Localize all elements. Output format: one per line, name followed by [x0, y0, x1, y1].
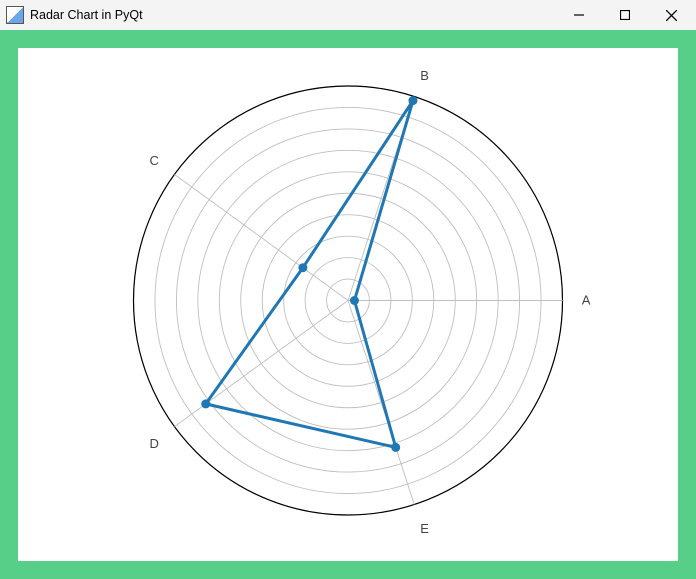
window-title: Radar Chart in PyQt [30, 8, 143, 22]
close-icon [666, 10, 677, 21]
maximize-icon [620, 10, 630, 20]
minimize-icon [574, 10, 584, 20]
axis-label-B: B [420, 68, 429, 83]
axis-label-C: C [149, 153, 158, 168]
titlebar: Radar Chart in PyQt [0, 0, 696, 30]
app-icon [6, 6, 24, 24]
axis-label-A: A [582, 293, 591, 308]
axis-label-E: E [420, 521, 429, 536]
axis-label-D: D [149, 436, 158, 451]
application-window: Radar Chart in PyQt A B C D E [0, 0, 696, 579]
client-area: A B C D E [0, 30, 696, 579]
chart-paper: A B C D E [18, 48, 678, 561]
minimize-button[interactable] [556, 0, 602, 30]
radar-chart: A B C D E [18, 48, 678, 561]
maximize-button[interactable] [602, 0, 648, 30]
close-button[interactable] [648, 0, 694, 30]
